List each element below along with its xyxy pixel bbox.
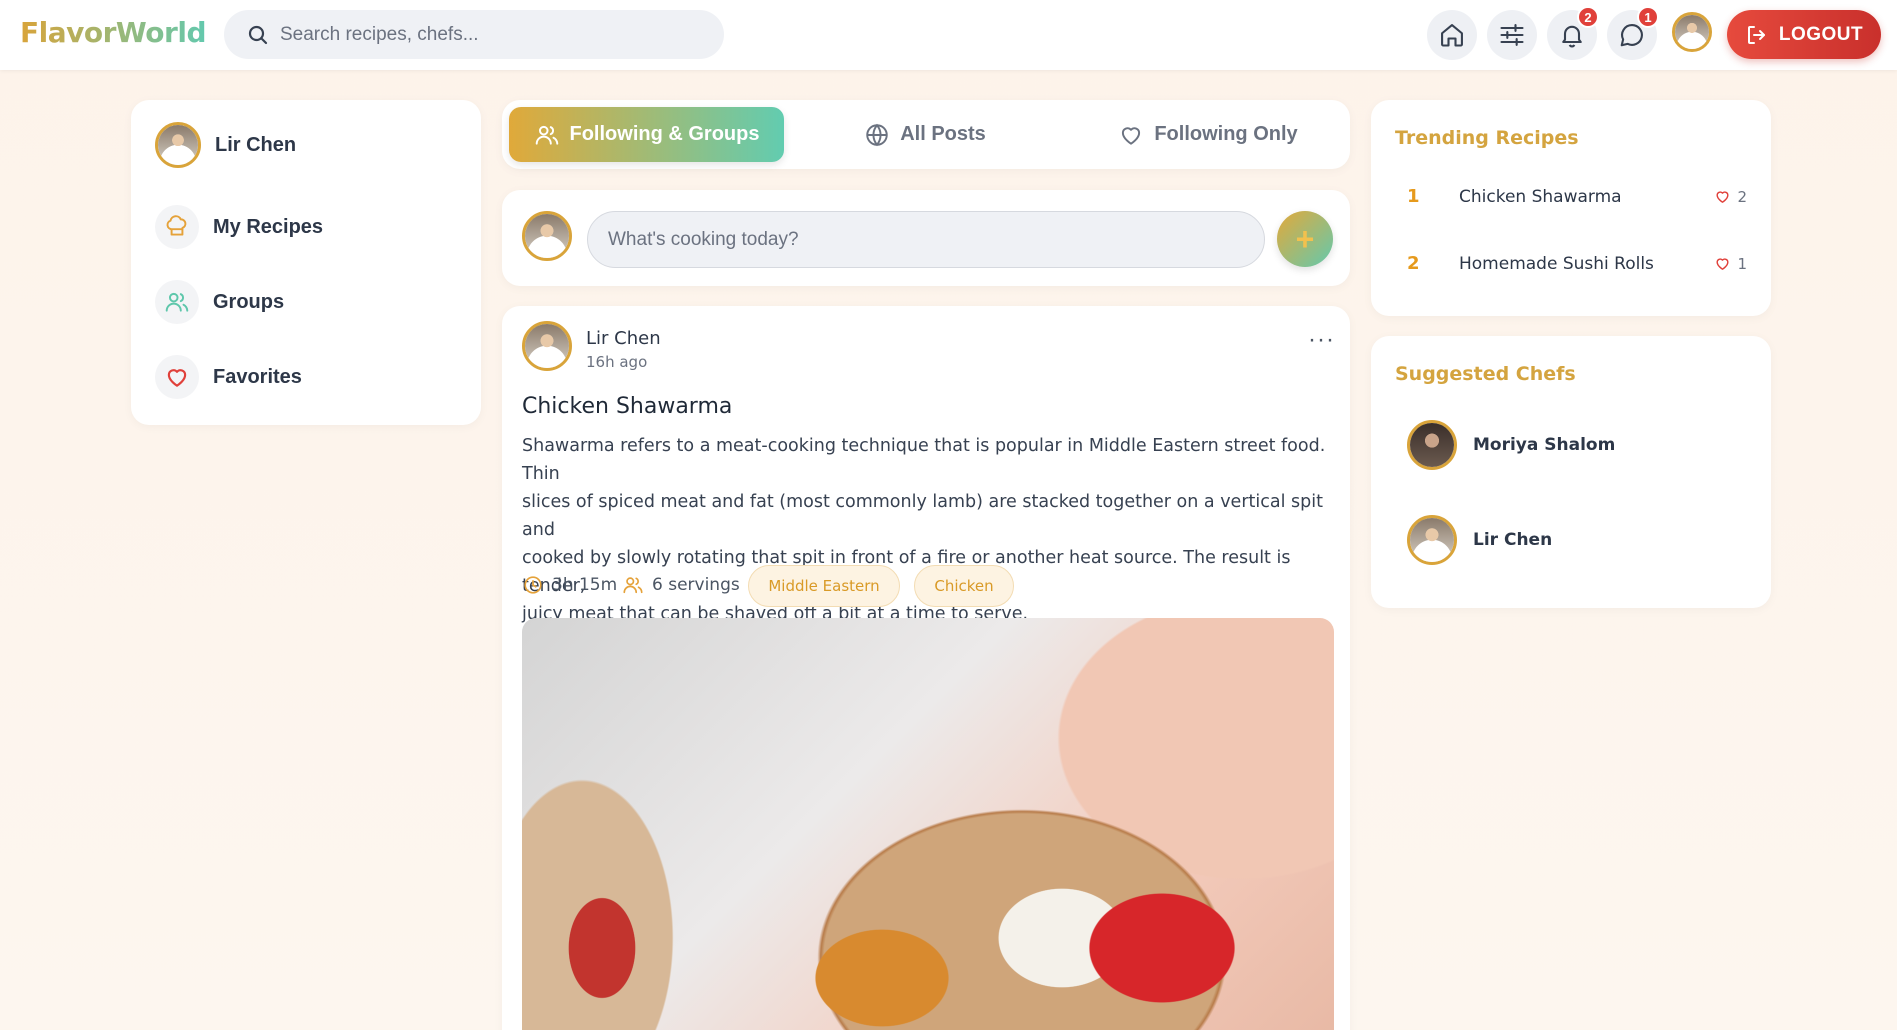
left-sidebar: Lir Chen My Recipes Groups Favorites [131, 100, 481, 425]
trending-item[interactable]: 2 Homemade Sushi Rolls 1 [1395, 253, 1747, 274]
composer-input[interactable] [587, 211, 1265, 268]
feed-tabs: Following & Groups All Posts Following O… [502, 100, 1350, 169]
sidebar-item-label: My Recipes [213, 215, 324, 238]
users-icon [535, 125, 558, 145]
heart-icon [1716, 191, 1729, 203]
likes-count: 2 [1737, 187, 1747, 206]
trending-recipes-card: Trending Recipes 1 Chicken Shawarma 2 2 … [1371, 100, 1771, 316]
servings-value: 6 servings [652, 575, 740, 595]
avatar[interactable] [522, 321, 572, 371]
globe-icon [866, 123, 888, 146]
trending-likes: 2 [1714, 188, 1747, 206]
clock-icon [524, 576, 542, 594]
sidebar-profile[interactable]: Lir Chen [155, 122, 296, 168]
avatar-image [1410, 518, 1454, 562]
trending-name: Chicken Shawarma [1459, 186, 1622, 207]
heart-icon [1716, 258, 1729, 270]
chef-hat-icon [155, 205, 199, 249]
avatar [522, 211, 572, 261]
avatar-image [1675, 15, 1709, 49]
trending-title: Trending Recipes [1395, 127, 1579, 149]
avatar [1407, 420, 1457, 470]
post-time: 16h ago [586, 353, 648, 371]
tag-chicken[interactable]: Chicken [914, 565, 1014, 607]
messages-badge: 1 [1637, 6, 1659, 28]
more-options-icon[interactable]: ··· [1308, 326, 1335, 354]
logout-button[interactable]: LOGOUT [1727, 10, 1881, 59]
post-body-line: slices of spiced meat and fat (most comm… [522, 492, 1323, 540]
notifications-button[interactable]: 2 [1547, 6, 1599, 60]
servings: 6 servings [622, 574, 740, 596]
users-icon [623, 577, 643, 594]
home-button[interactable] [1427, 10, 1477, 60]
tab-label: Following & Groups [569, 123, 760, 145]
search-bar[interactable] [224, 10, 724, 59]
tab-label: Following Only [1154, 123, 1298, 145]
prep-time: 3h 15m [522, 574, 617, 596]
post-image[interactable] [522, 618, 1334, 1030]
home-icon [1441, 24, 1463, 47]
suggested-chefs-card: Suggested Chefs Moriya Shalom Lir Chen [1371, 336, 1771, 608]
suggested-chef-item[interactable]: Moriya Shalom [1407, 420, 1615, 470]
avatar [155, 122, 201, 168]
users-icon [155, 280, 199, 324]
search-icon [248, 25, 268, 44]
messages-button[interactable]: 1 [1607, 6, 1659, 60]
trending-likes: 1 [1714, 255, 1747, 273]
search-input[interactable] [280, 23, 700, 46]
profile-avatar[interactable] [1672, 12, 1712, 52]
sidebar-item-label: Favorites [213, 365, 302, 388]
prep-time-value: 3h 15m [552, 575, 618, 595]
sidebar-item-label: Groups [213, 290, 285, 313]
tag-middle-eastern[interactable]: Middle Eastern [748, 565, 900, 607]
tab-all-posts[interactable]: All Posts [784, 107, 1066, 162]
post-card: Lir Chen 16h ago ··· Chicken Shawarma Sh… [502, 306, 1350, 1030]
app-logo[interactable]: FlavorWorld [20, 16, 207, 49]
sidebar-item-groups[interactable]: Groups [155, 280, 284, 324]
chef-name: Moriya Shalom [1473, 435, 1616, 455]
suggested-chef-item[interactable]: Lir Chen [1407, 515, 1552, 565]
top-navbar: FlavorWorld 2 1 LOGOUT [0, 0, 1897, 70]
trending-rank: 2 [1407, 253, 1420, 274]
avatar [1407, 515, 1457, 565]
sidebar-item-favorites[interactable]: Favorites [155, 355, 302, 399]
tab-following-groups[interactable]: Following & Groups [509, 107, 784, 162]
logout-icon [1747, 25, 1765, 44]
notifications-badge: 2 [1577, 6, 1599, 28]
post-author[interactable]: Lir Chen [586, 328, 661, 349]
avatar-image [525, 214, 569, 258]
avatar-image [1410, 423, 1454, 467]
heart-icon [1122, 126, 1141, 145]
logout-label: LOGOUT [1778, 23, 1864, 45]
tab-label: All Posts [900, 123, 986, 145]
add-post-button[interactable]: + [1277, 211, 1333, 267]
avatar-image [525, 324, 569, 368]
trending-rank: 1 [1407, 186, 1420, 207]
avatar-image [158, 125, 198, 165]
suggested-title: Suggested Chefs [1395, 363, 1576, 385]
plus-icon: + [1295, 221, 1315, 257]
sidebar-item-my-recipes[interactable]: My Recipes [155, 205, 323, 249]
sliders-icon [1500, 24, 1524, 46]
chef-name: Lir Chen [1473, 530, 1553, 550]
filters-button[interactable] [1487, 10, 1537, 60]
likes-count: 1 [1737, 254, 1747, 273]
post-body-line: Shawarma refers to a meat-cooking techni… [522, 436, 1326, 484]
heart-icon [155, 355, 199, 399]
trending-item[interactable]: 1 Chicken Shawarma 2 [1395, 186, 1747, 207]
post-composer: + [502, 190, 1350, 286]
sidebar-user-name: Lir Chen [215, 133, 297, 156]
tab-following-only[interactable]: Following Only [1066, 107, 1350, 162]
post-title: Chicken Shawarma [522, 394, 733, 419]
trending-name: Homemade Sushi Rolls [1459, 253, 1654, 274]
